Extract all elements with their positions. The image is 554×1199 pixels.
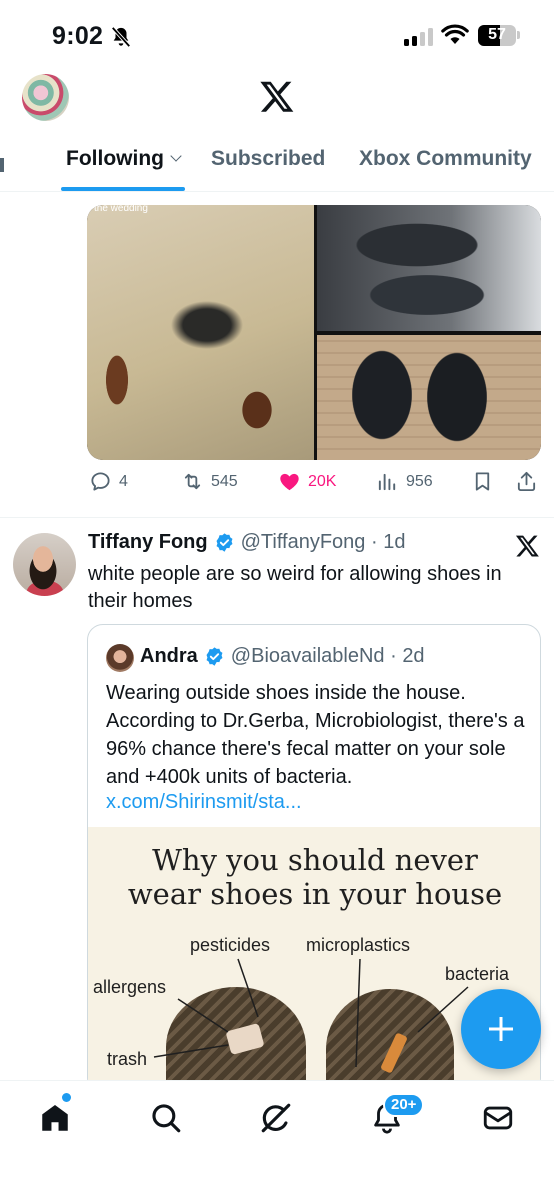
home-unread-dot — [62, 1093, 71, 1102]
messages-icon — [483, 1106, 513, 1130]
compose-post-button[interactable] — [461, 989, 541, 1069]
author-handle[interactable]: @TiffanyFong — [241, 531, 366, 554]
post-header: Tiffany Fong @TiffanyFong · 1d — [88, 531, 405, 554]
active-tab-indicator — [61, 187, 185, 191]
post-divider — [0, 517, 554, 518]
quoted-author-avatar[interactable] — [106, 644, 134, 672]
quoted-post-text: Wearing outside shoes inside the house. … — [106, 682, 525, 788]
dot-separator: · — [365, 531, 384, 553]
views-button[interactable]: 956 — [376, 470, 433, 493]
share-icon — [517, 471, 536, 492]
tab-xbox-community[interactable]: Xbox Community — [359, 147, 532, 171]
quoted-author-name[interactable]: Andra — [140, 645, 198, 668]
tab-overflow-edge — [0, 158, 4, 172]
bookmark-icon — [475, 472, 490, 491]
dot-separator: · — [384, 645, 403, 667]
post-time: 1d — [383, 531, 406, 553]
tab-following[interactable]: Following — [66, 147, 182, 171]
post-media-grid: the wedding — [87, 205, 541, 460]
nav-home[interactable] — [38, 1101, 72, 1135]
media-photo-3[interactable] — [317, 335, 541, 460]
battery-nub — [517, 31, 520, 39]
status-time: 9:02 — [52, 22, 104, 50]
nav-grok[interactable] — [259, 1101, 293, 1135]
quoted-post-header: Andra @BioavailableNd · 2d — [140, 645, 425, 668]
quoted-post-time: 2d — [402, 645, 425, 667]
wifi-icon — [441, 24, 469, 44]
verified-badge-icon — [206, 647, 223, 666]
grok-icon — [261, 1103, 291, 1133]
tab-subscribed[interactable]: Subscribed — [211, 147, 325, 171]
like-button[interactable]: 20K — [278, 470, 336, 493]
battery-icon: 57 — [478, 25, 516, 46]
quoted-author-handle[interactable]: @BioavailableNd — [231, 645, 385, 668]
repost-icon — [184, 473, 201, 490]
media-photo-2[interactable] — [317, 205, 541, 331]
views-icon — [378, 473, 396, 491]
infographic-label-allergens: allergens — [93, 977, 167, 997]
bookmark-button[interactable] — [471, 470, 494, 493]
author-avatar[interactable] — [13, 533, 76, 596]
quoted-post-link[interactable]: x.com/Shirinsmit/sta... — [106, 791, 302, 814]
verified-badge-icon — [216, 533, 233, 552]
timeline-tabs: Following Subscribed Xbox Community — [0, 140, 554, 192]
x-logo-icon[interactable] — [259, 78, 295, 114]
repost-count: 545 — [211, 472, 238, 490]
heart-filled-icon — [280, 473, 299, 491]
chevron-down-icon — [170, 150, 182, 162]
x-logo-icon[interactable] — [515, 533, 540, 558]
infographic-label-pesticides: pesticides — [190, 935, 271, 955]
tab-following-label: Following — [66, 147, 164, 170]
search-icon — [152, 1104, 181, 1133]
profile-avatar[interactable] — [22, 74, 69, 121]
bell-off-icon — [111, 26, 131, 48]
infographic-label-bacteria: bacteria — [445, 964, 510, 984]
media-caption: the wedding — [94, 205, 148, 214]
status-bar: 9:02 57 — [0, 0, 554, 70]
notifications-badge: 20+ — [383, 1093, 425, 1117]
infographic-label-trash: trash — [107, 1049, 148, 1069]
author-name[interactable]: Tiffany Fong — [88, 531, 208, 554]
nav-messages[interactable] — [481, 1101, 515, 1135]
battery-level: 57 — [488, 26, 506, 43]
infographic-label-microplastics: microplastics — [306, 935, 411, 955]
view-count: 956 — [406, 472, 433, 490]
nav-search[interactable] — [149, 1101, 183, 1135]
cellular-signal-icon — [404, 28, 433, 46]
media-photo-1[interactable]: the wedding — [87, 205, 314, 460]
repost-button[interactable]: 545 — [181, 470, 238, 493]
bottom-navigation — [0, 1080, 554, 1199]
home-icon — [42, 1104, 68, 1131]
reply-button[interactable]: 4 — [89, 470, 128, 493]
reply-icon — [91, 472, 110, 491]
post-text: white people are so weird for allowing s… — [88, 563, 502, 612]
reply-count: 4 — [119, 472, 128, 490]
like-count: 20K — [308, 472, 337, 490]
share-button[interactable] — [515, 470, 538, 493]
